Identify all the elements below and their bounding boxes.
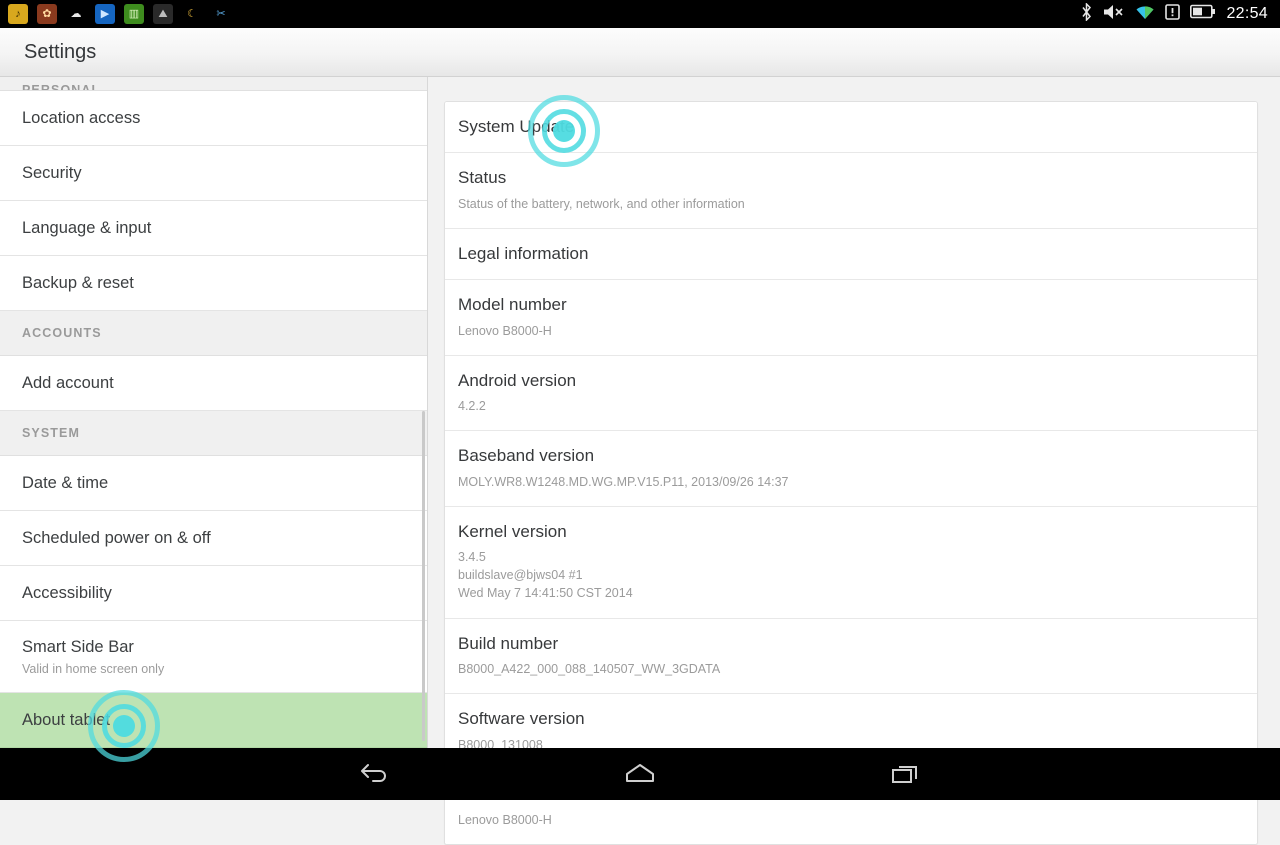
sidebar-item-label: Language & input (22, 218, 152, 237)
settings-row-title: Build number (458, 633, 559, 653)
settings-row-kernel-version[interactable]: Kernel version 3.4.5 buildslave@bjws04 #1 W… (445, 506, 1257, 619)
cloud-icon[interactable]: ☁ (66, 4, 86, 24)
sidebar-item-label: Backup & reset (22, 273, 134, 292)
settings-row-title: Android version (458, 370, 577, 390)
sidebar-item-add-account[interactable]: Add account (0, 356, 427, 411)
sidebar-item-about-tablet[interactable]: About tablet (0, 693, 427, 748)
action-bar: Settings (0, 28, 1280, 77)
sidebar-item-label: Smart Side Bar (22, 637, 134, 656)
sidebar-item-label: Scheduled power on & off (22, 528, 211, 547)
status-bar-system-icons[interactable]: 22:54 (1080, 1, 1280, 26)
sidebar-item-backup-reset[interactable]: Backup & reset (0, 256, 427, 311)
page-title: Settings (24, 40, 97, 63)
app-icon-brown[interactable]: ✿ (37, 4, 57, 24)
content-area: PERSONAL Location access Security Language … (0, 77, 1280, 845)
settings-row-build-number[interactable]: Build number B8000_A422_000_088_140507_WW… (445, 618, 1257, 695)
scissors-icon[interactable]: ✂ (211, 4, 231, 24)
android-navigation-bar[interactable] (0, 748, 1280, 800)
settings-row-legal-information[interactable]: Legal information (445, 228, 1257, 281)
sidebar-item-label: Date & time (22, 473, 109, 492)
moon-icon[interactable]: ☾ (182, 4, 202, 24)
alert-icon (1165, 3, 1181, 25)
sidebar-item-label: Add account (22, 373, 114, 392)
settings-row-value: 3.4.5 buildslave@bjws04 #1 Wed May 7 14:41… (458, 548, 1257, 602)
settings-row-value-line: buildslave@bjws04 #1 (458, 568, 583, 583)
settings-row-value-line: Wed May 7 14:41:50 CST 2014 (458, 586, 633, 601)
recents-icon[interactable] (878, 754, 934, 794)
settings-row-android-version[interactable]: Android version 4.2.2 (445, 355, 1257, 432)
settings-row-value: Status of the battery, network, and othe… (458, 195, 1257, 213)
sidebar-item-location-access[interactable]: Location access (0, 91, 427, 146)
sidebar-item-accessibility[interactable]: Accessibility (0, 566, 427, 621)
settings-row-title: Software version (458, 709, 585, 729)
home-icon[interactable] (612, 754, 668, 794)
sidebar-item-label: Security (22, 163, 82, 182)
sidebar-item-smart-side-bar[interactable]: Smart Side Bar Valid in home screen only (0, 621, 427, 693)
sidebar-section-header: SYSTEM (0, 411, 427, 456)
volume-muted-icon (1103, 3, 1125, 26)
sidebar-item-security[interactable]: Security (0, 146, 427, 201)
status-bar-notification-icons[interactable]: ♪ ✿ ☁ ▶ ▥ ⛰ ☾ ✂ (0, 4, 231, 24)
settings-row-value: B8000_A422_000_088_140507_WW_3GDATA (458, 660, 1257, 678)
settings-sidebar[interactable]: PERSONAL Location access Security Language … (0, 77, 428, 748)
sidebar-scrollbar-thumb[interactable] (422, 411, 425, 741)
settings-row-status[interactable]: Status Status of the battery, network, an… (445, 153, 1257, 229)
sidebar-section-header: ACCOUNTS (0, 311, 427, 356)
sidebar-item-sublabel: Valid in home screen only (22, 661, 165, 676)
settings-row-title: Kernel version (458, 521, 567, 541)
gallery-icon[interactable]: ⛰ (153, 4, 173, 24)
sidebar-item-date-time[interactable]: Date & time (0, 456, 427, 511)
settings-row-value-line: B8000_A422_000_088_140507_WW_3GDATA (458, 662, 721, 676)
about-tablet-panel: System Update Status Status of the battery… (428, 77, 1280, 845)
settings-row-baseband-version[interactable]: Baseband version MOLY.WR8.W1248.MD.WG.MP.… (445, 431, 1257, 507)
app-icon-green[interactable]: ▥ (124, 4, 144, 24)
status-bar-clock: 22:54 (1226, 5, 1268, 22)
media-player-icon[interactable]: ▶ (95, 4, 115, 24)
sidebar-section-label: ACCOUNTS (22, 326, 102, 340)
settings-row-value-line: MOLY.WR8.W1248.MD.WG.MP.V15.P11, 2013/09… (458, 474, 789, 489)
battery-icon (1190, 4, 1216, 24)
settings-row-system-update[interactable]: System Update (445, 102, 1257, 154)
about-tablet-card[interactable]: System Update Status Status of the battery… (444, 101, 1258, 845)
settings-row-title: Model number (458, 295, 567, 315)
settings-row-model-number[interactable]: Model number Lenovo B8000-H (445, 280, 1257, 356)
settings-row-title: System Update (458, 117, 575, 136)
sidebar-item-label: Accessibility (22, 583, 112, 602)
wifi-icon (1135, 4, 1155, 25)
settings-row-title: Baseband version (458, 446, 595, 466)
app-icon-yellow[interactable]: ♪ (8, 4, 28, 24)
sidebar-item-label: Location access (22, 108, 141, 127)
bluetooth-icon (1080, 1, 1093, 26)
settings-row-title: Legal information (458, 243, 589, 263)
settings-row-value-line: Lenovo B8000-H (458, 813, 552, 828)
settings-row-value-line: Lenovo B8000-H (458, 323, 552, 338)
settings-nav-list[interactable]: PERSONAL Location access Security Language … (0, 77, 427, 748)
settings-row-value-line: 4.2.2 (458, 399, 486, 414)
settings-row-value: 4.2.2 (458, 397, 1257, 415)
back-icon[interactable] (346, 754, 402, 794)
sidebar-section-header: PERSONAL (0, 77, 427, 91)
sidebar-section-label: PERSONAL (22, 83, 101, 91)
sidebar-item-label: About tablet (22, 710, 111, 729)
sidebar-item-language-input[interactable]: Language & input (0, 201, 427, 256)
settings-row-value-line: 3.4.5 (458, 550, 486, 565)
sidebar-scrollbar-track[interactable] (422, 81, 426, 744)
android-status-bar[interactable]: ♪ ✿ ☁ ▶ ▥ ⛰ ☾ ✂ 22:54 (0, 0, 1280, 28)
settings-row-value: MOLY.WR8.W1248.MD.WG.MP.V15.P11, 2013/09… (458, 473, 1257, 491)
sidebar-section-label: SYSTEM (22, 426, 80, 440)
settings-row-value: Lenovo B8000-H (458, 322, 1257, 340)
sidebar-item-scheduled-power-on-off[interactable]: Scheduled power on & off (0, 511, 427, 566)
settings-row-value: Lenovo B8000-H (458, 811, 1257, 829)
settings-row-title: Status (458, 168, 507, 188)
settings-row-value-line: Status of the battery, network, and othe… (458, 196, 745, 211)
